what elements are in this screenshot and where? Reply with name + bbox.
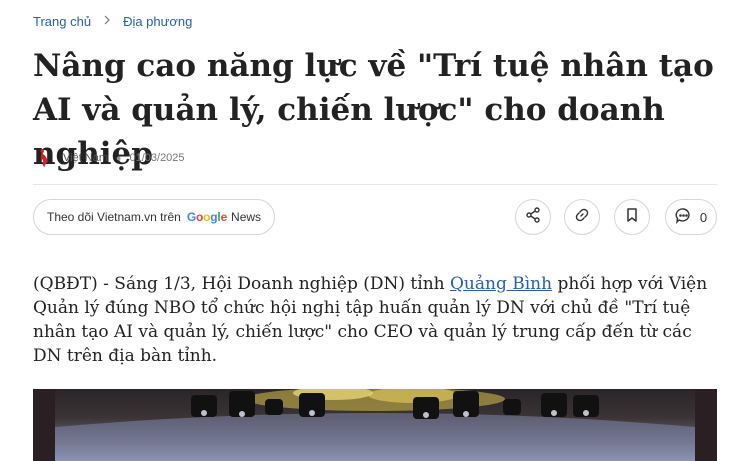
breadcrumb: Trang chủ Địa phương (33, 12, 192, 30)
comment-icon (675, 207, 692, 227)
share-button[interactable] (515, 199, 551, 235)
divider (33, 184, 717, 185)
link-icon (574, 207, 590, 228)
bookmark-icon (624, 207, 640, 228)
article-meta: Việt Nam ● 01/03/2025 (33, 147, 185, 169)
comment-count: 0 (699, 209, 708, 225)
follow-google-news-button[interactable]: Theo dõi Vietnam.vn trên Google News (33, 199, 276, 235)
bookmark-button[interactable] (614, 199, 650, 235)
source-name[interactable]: Việt Nam (63, 152, 108, 164)
google-logo: Google (186, 210, 228, 224)
intro-text-before: (QBĐT) - Sáng 1/3, Hội Doanh nghiệp (DN)… (33, 274, 450, 294)
vietnam-map-logo (33, 147, 55, 169)
breadcrumb-section-link[interactable]: Địa phương (123, 14, 192, 29)
article-hero-image (33, 389, 717, 461)
follow-label: Theo dõi Vietnam.vn trên (47, 210, 181, 224)
publish-date: 01/03/2025 (129, 152, 185, 164)
comment-button[interactable]: 0 (665, 199, 717, 235)
news-label: News (231, 210, 262, 224)
copy-link-button[interactable] (564, 199, 600, 235)
breadcrumb-home-link[interactable]: Trang chủ (33, 14, 91, 29)
chevron-right-icon (103, 14, 111, 28)
share-icon (525, 206, 541, 228)
article-intro: (QBĐT) - Sáng 1/3, Hội Doanh nghiệp (DN)… (33, 272, 723, 368)
province-link[interactable]: Quảng Bình (450, 274, 552, 294)
separator-dot: ● (116, 153, 122, 163)
